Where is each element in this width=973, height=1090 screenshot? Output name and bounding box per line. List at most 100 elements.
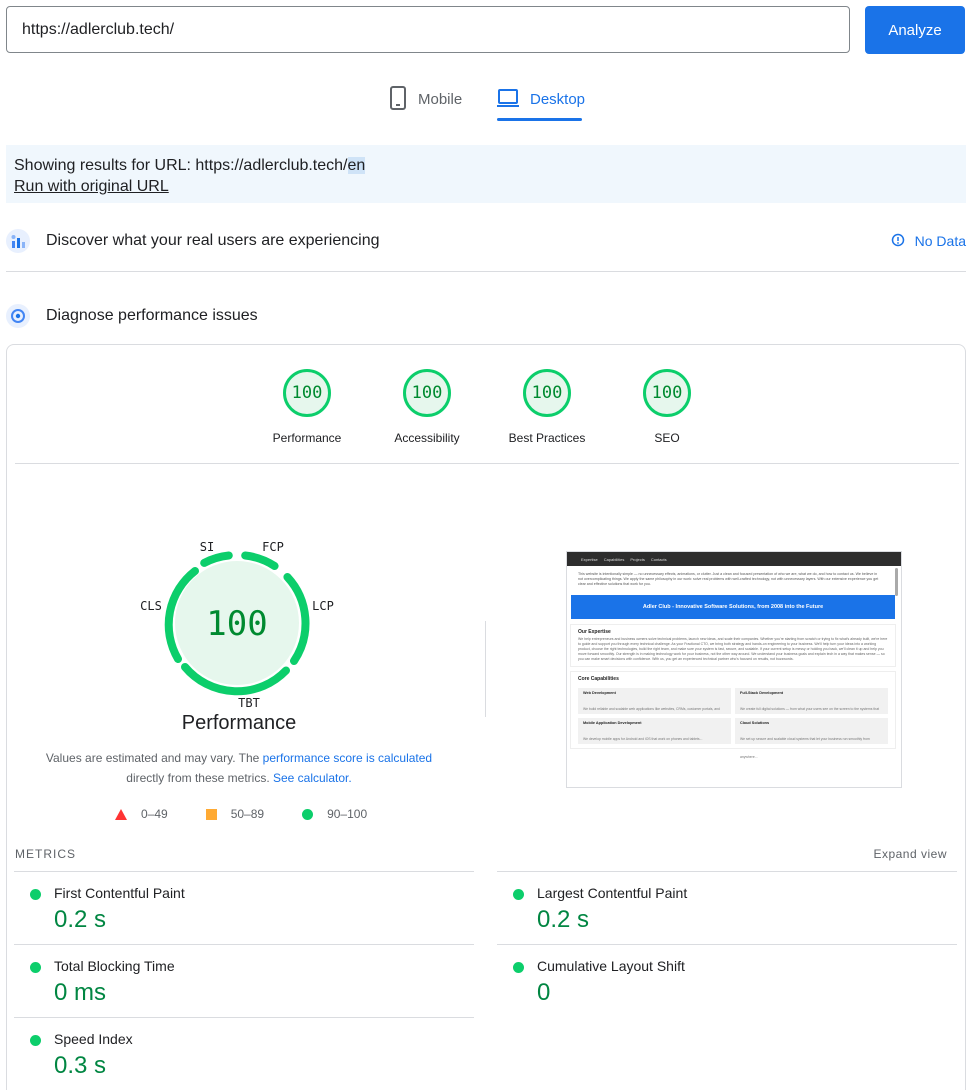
vertical-separator [485,621,486,717]
tab-mobile[interactable]: Mobile [388,78,462,121]
metric-name: Total Blocking Time [54,958,175,974]
section-divider [6,271,966,272]
triangle-icon [115,808,127,820]
score-legend: 0–49 50–89 90–100 [115,807,405,821]
metric-name: Speed Index [54,1031,133,1047]
legend-fail: 0–49 [115,807,168,821]
gauge-label-fcp: FCP [262,540,284,554]
crux-title: Discover what your real users are experi… [46,232,380,249]
score-explanation: Values are estimated and may vary. The p… [37,748,441,788]
pass-dot-icon [513,889,524,900]
screenshot-cell: Web Development We build reliable and sca… [578,688,731,729]
screenshot-expertise-text: We help entrepreneurs and business owner… [578,637,888,661]
expand-view-toggle[interactable]: Expand view [873,847,947,861]
url-redirect-notice: Showing results for URL: https://adlercl… [6,145,966,203]
screenshot-banner: Adler Club - Innovative Software Solutio… [571,595,895,619]
card-divider [15,463,959,464]
cell-title: Cloud Solutions [740,721,770,725]
metric-value: 0.3 s [54,1052,107,1079]
screenshot-core: Core Capabilities Web Development We buil… [571,672,895,759]
cell-title: Mobile Application Development [583,721,642,725]
metric-value: 0 ms [54,979,107,1006]
device-tabs: Mobile Desktop [0,78,973,124]
metric-si: Speed Index 0.3 s [14,1017,474,1090]
smartphone-icon [388,85,408,114]
score-gauge-best-practices[interactable]: 100 Best Practices [487,369,607,445]
screenshot-scrollbar [895,568,898,596]
screenshot-nav-item: Projects [630,556,645,562]
metric-name: First Contentful Paint [54,885,185,901]
square-icon [205,808,217,820]
explain-text-2: directly from these metrics. [126,771,273,785]
gauge-label-si: SI [200,540,214,554]
gauge-score: 100 [206,604,267,644]
tab-desktop[interactable]: Desktop [496,78,585,121]
cell-text: We develop mobile apps for Android and i… [583,737,703,741]
screenshot-cell: Cloud Solutions We set up secure and scal… [735,718,888,759]
tab-desktop-label: Desktop [530,91,586,108]
score-gauge-accessibility[interactable]: 100 Accessibility [367,369,487,445]
metric-fcp: First Contentful Paint 0.2 s [14,871,474,944]
pass-dot-icon [30,889,41,900]
pass-dot-icon [30,1035,41,1046]
screenshot-expertise-title: Our Expertise [578,629,611,635]
url-input[interactable] [6,6,850,53]
target-icon [6,304,30,328]
score-ring: 100 [643,369,691,417]
score-ring: 100 [523,369,571,417]
screenshot-core-title: Core Capabilities [578,676,619,682]
screenshot-intro: This website is intentionally simple — n… [578,572,879,586]
gauge-label-lcp: LCP [312,599,334,613]
metric-value: 0.2 s [54,906,107,933]
users-chart-icon [6,229,30,253]
performance-gauge: 100 SI FCP LCP TBT CLS [137,535,337,735]
score-ring: 100 [403,369,451,417]
score-label: Best Practices [508,431,586,445]
cell-title: Web Development [583,691,616,695]
legend-pass-label: 90–100 [327,807,368,821]
crux-section-header: Discover what your real users are experi… [6,228,966,254]
see-calculator-link[interactable]: See calculator. [273,771,352,785]
no-data-indicator[interactable]: No Data [891,233,966,250]
cell-title: Full-Stack Development [740,691,784,695]
screenshot-cell: Mobile Application Development We develop… [578,718,731,744]
analyze-button[interactable]: Analyze [865,6,965,54]
score-gauge-seo[interactable]: 100 SEO [607,369,727,445]
screenshot-nav-item: Contacts [650,556,667,562]
metric-cls: Cumulative Layout Shift 0 [497,944,957,1017]
final-screenshot[interactable]: Expertise Capabilities Projects Contacts… [566,551,902,788]
gauge-label-tbt: TBT [238,696,260,710]
screenshot-expertise: Our Expertise We help entrepreneurs and … [571,625,895,666]
score-gauge-performance[interactable]: 100 Performance [247,369,367,445]
no-data-label: No Data [914,233,966,249]
screenshot-nav-item: Expertise [581,556,598,562]
lighthouse-report: 100 Performance 100 Accessibility 100 Be… [6,344,966,1090]
performance-gauge-title: Performance [181,712,297,734]
pass-dot-icon [30,962,41,973]
screenshot-nav: Expertise Capabilities Projects Contacts [567,552,901,566]
metric-value: 0.2 s [537,906,590,933]
score-label: Performance [272,431,342,445]
score-label: SEO [654,431,680,445]
legend-pass: 90–100 [302,807,367,821]
cell-text: We set up secure and scalable cloud syst… [740,737,870,759]
active-tab-indicator [497,118,582,121]
legend-average: 50–89 [205,807,265,821]
diagnose-title: Diagnose performance issues [46,307,258,324]
notice-text: Showing results for URL: https://adlercl… [14,157,348,174]
diagnose-section-header: Diagnose performance issues [6,303,966,329]
gauge-arc-si [200,551,233,567]
gauge-label-cls: CLS [140,599,162,613]
legend-fail-label: 0–49 [141,807,168,821]
score-label: Accessibility [394,431,460,445]
tab-mobile-label: Mobile [418,91,463,108]
metric-tbt: Total Blocking Time 0 ms [14,944,474,1017]
score-calculated-link[interactable]: performance score is calculated [263,751,432,765]
metric-name: Largest Contentful Paint [537,885,688,901]
pass-dot-icon [513,962,524,973]
legend-average-label: 50–89 [230,807,265,821]
metrics-heading: METRICS [15,847,76,861]
run-original-url-link[interactable]: Run with original URL [14,178,169,195]
laptop-icon [496,88,520,112]
score-ring: 100 [283,369,331,417]
